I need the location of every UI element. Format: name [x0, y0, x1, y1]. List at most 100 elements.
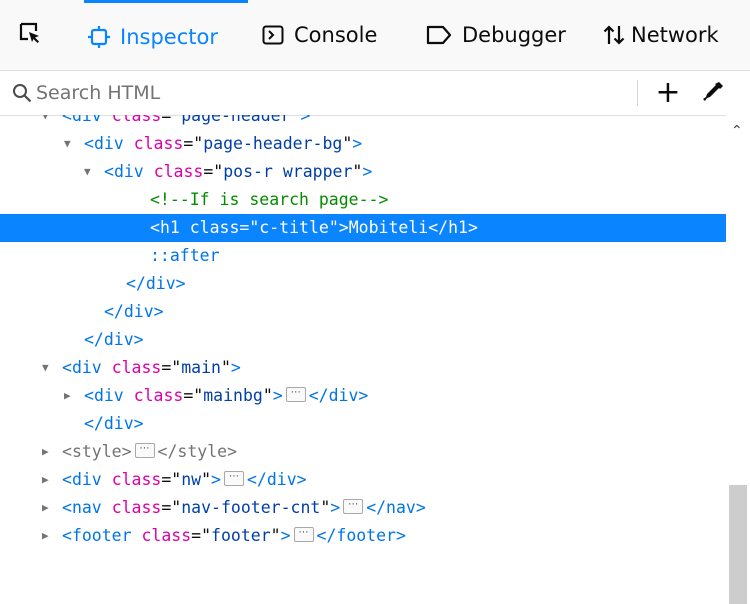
expand-arrow-icon[interactable]: ▼ [42, 115, 56, 130]
attr-quote: =" [161, 470, 182, 489]
markup-tree[interactable]: ▼ <div class="page-header"> ▼ <div class="p… [0, 115, 726, 604]
element-picker-icon [18, 21, 42, 49]
tag-name: div [71, 358, 102, 377]
markup-node[interactable]: ▶ <div class="nw"> ⋯ </div> [0, 466, 726, 494]
collapse-arrow-icon[interactable]: ▶ [64, 382, 78, 410]
tab-debugger-label: Debugger [462, 23, 566, 47]
markup-node-selected[interactable]: <h1 class="c-title">Mobiteli</h1> [0, 214, 726, 242]
attribute-value: pos-r wrapper [223, 162, 353, 181]
tag-name: nav [71, 498, 102, 517]
tag-bracket: > [230, 358, 241, 377]
tag-name: div [71, 115, 102, 125]
attr-quote: " [270, 526, 281, 545]
tag-name: div [71, 470, 102, 489]
tag-bracket: > [280, 526, 291, 545]
closing-tag: </div> [308, 386, 369, 405]
attr-quote: =" [161, 115, 182, 125]
markup-node[interactable]: ▼ <div class="pos-r wrapper"> [0, 158, 726, 186]
markup-scrollbar[interactable]: ⌃ [726, 115, 750, 604]
attribute-name: class [189, 218, 240, 237]
attr-quote: " [220, 358, 231, 377]
markup-node[interactable]: </div> [0, 270, 726, 298]
markup-node[interactable]: ▼ <div class="page-header"> [0, 115, 726, 130]
tag-bracket: < [62, 498, 72, 517]
closing-tag: </div> [104, 302, 164, 321]
attribute-value: main [181, 358, 221, 377]
debugger-icon [426, 24, 452, 46]
attribute-name: class [141, 526, 192, 545]
attr-quote: =" [191, 526, 212, 545]
tag-bracket: > [272, 386, 283, 405]
attribute-value: page-header [181, 115, 291, 125]
closing-tag: </style> [157, 442, 238, 461]
markup-node[interactable]: ▼ <div class="main"> [0, 354, 726, 382]
inspector-icon [88, 25, 110, 48]
attr-quote: " [320, 498, 331, 517]
attribute-value: nav-footer-cnt [181, 498, 321, 517]
tag-name: div [113, 162, 144, 181]
markup-node[interactable]: </div> [0, 298, 726, 326]
add-node-button[interactable]: + [650, 75, 686, 111]
tab-inspector[interactable]: Inspector [84, 0, 248, 70]
tag-bracket: > [211, 470, 221, 489]
tab-console[interactable]: Console [262, 0, 377, 70]
markup-node[interactable]: </div> [0, 326, 726, 354]
tab-debugger[interactable]: Debugger [426, 0, 566, 70]
collapse-arrow-icon[interactable]: ▶ [42, 466, 56, 494]
tag-bracket: < [62, 526, 72, 545]
attribute-name: class [133, 386, 184, 405]
markup-node[interactable]: ▼ <div class="page-header-bg"> [0, 130, 726, 158]
markup-node[interactable]: <!--If is search page--> [0, 186, 726, 214]
search-html-input[interactable] [36, 78, 616, 108]
attribute-name: class [111, 358, 162, 377]
scroll-up-arrow-icon[interactable]: ⌃ [731, 123, 743, 139]
ellipsis-expand-button[interactable]: ⋯ [223, 471, 244, 486]
markup-node[interactable]: </div> [0, 410, 726, 438]
console-icon [262, 24, 284, 46]
closing-tag: </nav> [366, 498, 426, 517]
tag-bracket: > [362, 162, 373, 181]
attribute-name: class [111, 498, 162, 517]
attribute-name: class [153, 162, 204, 181]
attr-quote: =" [183, 386, 204, 405]
markup-node[interactable]: ▶ <footer class="footer"> ⋯ </footer> [0, 522, 726, 550]
closing-tag: </div> [84, 330, 144, 349]
collapse-arrow-icon[interactable]: ▶ [42, 494, 56, 522]
collapse-arrow-icon[interactable]: ▶ [42, 438, 56, 466]
scroll-thumb[interactable] [729, 485, 747, 604]
tab-network-label: Network [631, 23, 719, 47]
markup-node[interactable]: ▶ <div class="mainbg"> ⋯ </div> [0, 382, 726, 410]
expand-arrow-icon[interactable]: ▼ [84, 158, 98, 186]
ellipsis-expand-button[interactable]: ⋯ [293, 527, 314, 542]
markup-node[interactable]: ▶ <nav class="nav-footer-cnt"> ⋯ </nav> [0, 494, 726, 522]
closing-tag: </div> [84, 414, 144, 433]
tag-bracket: < [150, 218, 160, 237]
eyedropper-icon [703, 82, 723, 101]
tag-bracket: > [330, 498, 341, 517]
attribute-value: nw [181, 470, 202, 489]
tab-inspector-label: Inspector [120, 24, 218, 49]
closing-tag: </h1> [428, 218, 478, 237]
pseudo-element: ::after [150, 246, 220, 265]
ellipsis-expand-button[interactable]: ⋯ [343, 499, 364, 514]
collapse-arrow-icon[interactable]: ▶ [42, 522, 56, 550]
element-picker-button[interactable] [18, 0, 42, 70]
tab-network[interactable]: Network [603, 0, 719, 70]
node-text: Mobiteli [348, 218, 429, 237]
eyedropper-button[interactable] [700, 79, 726, 109]
markup-node[interactable]: ▶ <style> ⋯ </style> [0, 438, 726, 466]
tag-bracket: > [300, 115, 311, 125]
ellipsis-expand-button[interactable]: ⋯ [134, 443, 155, 458]
tag-bracket: > [121, 442, 132, 461]
tag-bracket: < [104, 162, 114, 181]
closing-tag: </div> [246, 470, 307, 489]
expand-arrow-icon[interactable]: ▼ [64, 130, 78, 158]
tag-bracket: < [62, 470, 72, 489]
expand-arrow-icon[interactable]: ▼ [42, 354, 56, 382]
search-bar: + [0, 71, 750, 116]
closing-tag: </div> [126, 274, 186, 293]
tag-name: style [71, 442, 122, 461]
attr-quote: =" [239, 218, 260, 237]
ellipsis-expand-button[interactable]: ⋯ [285, 387, 306, 402]
markup-node[interactable]: ::after [0, 242, 726, 270]
